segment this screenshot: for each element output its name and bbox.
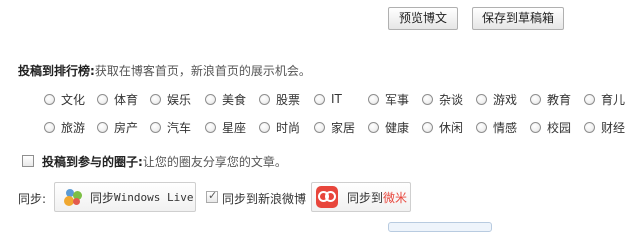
category-label: 房产: [114, 120, 139, 135]
sync-label: 同步:: [18, 192, 47, 206]
ranking-section-label: 投稿到排行榜:获取在博客首页，新浪首页的展示机会。: [18, 62, 311, 79]
category-label: 汽车: [167, 120, 192, 135]
circle-description: 让您的圈友分享您的文章。: [142, 155, 287, 169]
category-radio-row1-10[interactable]: 育儿: [584, 91, 625, 107]
partial-button-edge[interactable]: [388, 222, 492, 232]
category-radio-row2-0[interactable]: 旅游: [44, 119, 85, 135]
radio-circle[interactable]: [205, 121, 216, 133]
category-label: 家居: [331, 120, 356, 135]
category-label: 休闲: [439, 120, 464, 135]
category-radio-row1-8[interactable]: 游戏: [476, 91, 517, 107]
category-label: 旅游: [61, 120, 86, 135]
radio-circle[interactable]: [476, 121, 487, 133]
category-label: 校园: [547, 120, 572, 135]
category-radio-row1-4[interactable]: 股票: [259, 91, 300, 107]
radio-circle[interactable]: [44, 93, 55, 105]
sync-sina-weibo-checkbox[interactable]: [206, 189, 218, 203]
radio-circle[interactable]: [368, 121, 379, 133]
circle-title: 投稿到参与的圈子:: [42, 155, 143, 169]
category-label: 文化: [61, 92, 86, 107]
radio-circle[interactable]: [530, 93, 541, 105]
radio-circle[interactable]: [259, 93, 270, 105]
category-label: 美食: [222, 92, 247, 107]
category-label: IT: [331, 92, 342, 106]
radio-circle[interactable]: [150, 121, 161, 133]
category-label: 育儿: [601, 92, 626, 107]
radio-circle[interactable]: [44, 121, 55, 133]
radio-circle[interactable]: [584, 121, 595, 133]
category-radio-row2-9[interactable]: 校园: [530, 119, 571, 135]
ranking-description: 获取在博客首页，新浪首页的展示机会。: [94, 64, 311, 78]
category-radio-row2-4[interactable]: 时尚: [259, 119, 300, 135]
sync-windows-live-name: Windows Live: [114, 190, 194, 204]
category-label: 教育: [547, 92, 572, 107]
category-radio-row1-0[interactable]: 文化: [44, 91, 85, 107]
sync-weimi-button[interactable]: 同步到 微米: [311, 182, 411, 212]
category-label: 军事: [385, 92, 410, 107]
category-label: 财经: [601, 120, 626, 135]
sync-sina-weibo-label: 同步到新浪微博: [222, 192, 307, 206]
category-radio-row1-2[interactable]: 娱乐: [150, 91, 191, 107]
category-radio-row2-10[interactable]: 财经: [584, 119, 625, 135]
category-radio-row1-1[interactable]: 体育: [97, 91, 138, 107]
category-radio-row2-2[interactable]: 汽车: [150, 119, 191, 135]
circle-section-label: 投稿到参与的圈子:让您的圈友分享您的文章。: [42, 153, 287, 170]
category-label: 体育: [114, 92, 139, 107]
radio-circle[interactable]: [97, 121, 108, 133]
category-radio-row2-3[interactable]: 星座: [205, 119, 246, 135]
category-radio-row2-5[interactable]: 家居: [314, 119, 355, 135]
category-label: 娱乐: [167, 92, 192, 107]
category-radio-row2-7[interactable]: 休闲: [422, 119, 463, 135]
category-radio-row1-5[interactable]: IT: [314, 91, 342, 107]
radio-circle[interactable]: [150, 93, 161, 105]
windows-live-icon: [64, 188, 84, 206]
category-radio-row2-6[interactable]: 健康: [368, 119, 409, 135]
preview-post-button[interactable]: 预览博文: [388, 7, 458, 30]
radio-circle[interactable]: [422, 121, 433, 133]
radio-circle[interactable]: [259, 121, 270, 133]
sync-windows-live-prefix: 同步: [90, 190, 115, 205]
sync-windows-live-button[interactable]: 同步 Windows Live: [54, 182, 196, 212]
category-label: 游戏: [493, 92, 518, 107]
radio-circle[interactable]: [314, 121, 325, 133]
radio-circle[interactable]: [476, 93, 487, 105]
ranking-title: 投稿到排行榜:: [18, 64, 95, 78]
radio-circle[interactable]: [97, 93, 108, 105]
category-radio-row2-8[interactable]: 情感: [476, 119, 517, 135]
category-label: 星座: [222, 120, 247, 135]
category-label: 健康: [385, 120, 410, 135]
category-radio-row1-3[interactable]: 美食: [205, 91, 246, 107]
radio-circle[interactable]: [530, 121, 541, 133]
weimi-icon: [316, 186, 338, 208]
radio-circle[interactable]: [422, 93, 433, 105]
radio-circle[interactable]: [584, 93, 595, 105]
category-label: 情感: [493, 120, 518, 135]
sync-weimi-name: 微米: [383, 190, 408, 205]
category-label: 杂谈: [439, 92, 464, 107]
radio-circle[interactable]: [368, 93, 379, 105]
circle-checkbox[interactable]: [22, 155, 34, 167]
category-radio-row1-9[interactable]: 教育: [530, 91, 571, 107]
category-radio-row2-1[interactable]: 房产: [97, 119, 138, 135]
category-radio-row1-7[interactable]: 杂谈: [422, 91, 463, 107]
category-label: 时尚: [276, 120, 301, 135]
radio-circle[interactable]: [314, 93, 325, 105]
sync-weimi-prefix: 同步到: [347, 190, 384, 205]
save-draft-button[interactable]: 保存到草稿箱: [472, 7, 564, 30]
category-label: 股票: [276, 92, 301, 107]
radio-circle[interactable]: [205, 93, 216, 105]
category-radio-row1-6[interactable]: 军事: [368, 91, 409, 107]
